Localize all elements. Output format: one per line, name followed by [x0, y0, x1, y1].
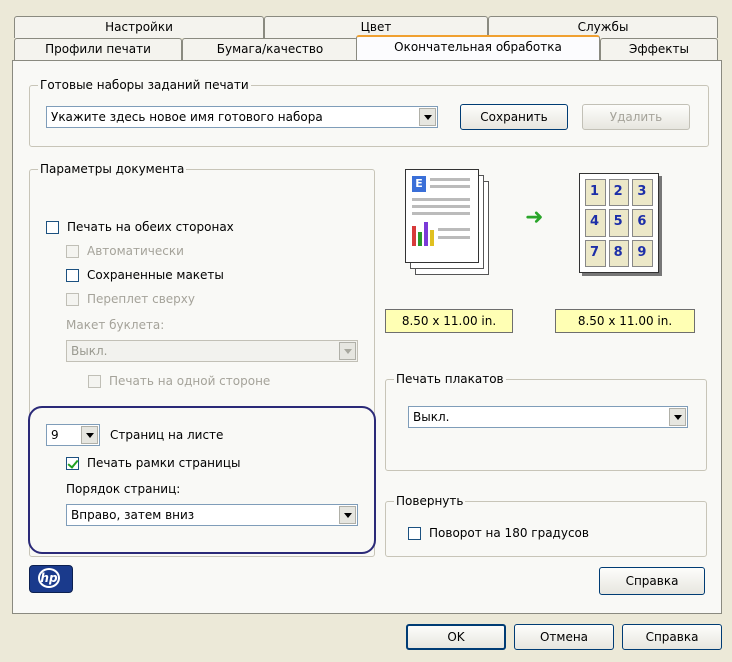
finishing-panel: Готовые наборы заданий печати Укажите зд…: [12, 60, 722, 614]
checkbox-box[interactable]: [66, 456, 79, 470]
pages-per-sheet-label: Страниц на листе: [110, 428, 224, 442]
page-order-combo[interactable]: Вправо, затем вниз: [66, 504, 358, 526]
paper-size-left: 8.50 x 11.00 in.: [385, 309, 513, 333]
nine-up-cell: 8: [608, 239, 630, 267]
document-options-group: Параметры документа Печать на обеих стор…: [28, 162, 376, 557]
print-both-sides-label: Печать на обеих сторонах: [67, 220, 234, 234]
single-page-preview: E: [405, 169, 495, 279]
flip-up-checkbox[interactable]: Переплет сверху: [66, 292, 195, 306]
arrow-right-icon: ➜: [525, 205, 544, 230]
nine-up-number: 4: [590, 214, 600, 230]
poster-printing-combo[interactable]: Выкл.: [408, 406, 688, 428]
saved-layouts-checkbox[interactable]: Сохраненные макеты: [66, 268, 224, 282]
nine-up-number: 5: [613, 214, 623, 230]
chevron-down-icon[interactable]: [669, 408, 686, 426]
pages-per-sheet-combo[interactable]: 9: [46, 424, 100, 446]
poster-printing-group: Печать плакатов Выкл.: [385, 372, 707, 471]
paper-size-right: 8.50 x 11.00 in.: [555, 309, 695, 333]
nine-up-cell: 1: [585, 179, 606, 207]
rotate-180-label: Поворот на 180 градусов: [429, 526, 589, 540]
tab-paper-quality[interactable]: Бумага/качество: [182, 38, 358, 60]
rotate-legend: Повернуть: [394, 494, 466, 508]
nine-up-number: 3: [637, 184, 647, 199]
chevron-down-icon[interactable]: [419, 108, 436, 126]
rotate-180-checkbox[interactable]: Поворот на 180 градусов: [408, 526, 589, 540]
presets-group: Готовые наборы заданий печати Укажите зд…: [29, 78, 709, 147]
nine-up-cell: 9: [632, 239, 653, 267]
automatic-label: Автоматически: [87, 244, 184, 258]
checkbox-box[interactable]: [408, 526, 421, 540]
cancel-button[interactable]: Отмена: [514, 624, 614, 650]
poster-printing-value: Выкл.: [413, 410, 450, 424]
booklet-layout-value: Выкл.: [71, 344, 108, 358]
flip-up-label: Переплет сверху: [87, 292, 195, 306]
checkbox-box[interactable]: [66, 292, 79, 306]
booklet-layout-label: Макет буклета:: [66, 318, 165, 332]
print-page-borders-label: Печать рамки страницы: [87, 456, 241, 470]
page-order-value: Вправо, затем вниз: [71, 508, 195, 522]
pages-per-sheet-highlight: 9 Страниц на листе Печать рамки страницы…: [28, 406, 376, 554]
document-options-legend: Параметры документа: [38, 162, 187, 176]
hp-logo-circle: hp: [38, 568, 60, 588]
save-preset-button[interactable]: Сохранить: [460, 104, 568, 130]
tab-print-profiles[interactable]: Профили печати: [14, 38, 182, 60]
hp-logo: hp: [29, 565, 73, 593]
checkbox-box[interactable]: [46, 220, 59, 234]
poster-printing-legend: Печать плакатов: [394, 372, 506, 386]
chevron-down-icon[interactable]: [81, 426, 98, 444]
nine-up-cell: 7: [585, 239, 606, 267]
automatic-checkbox[interactable]: Автоматически: [66, 244, 184, 258]
nine-up-cell: 2: [608, 179, 630, 207]
nine-up-number: 7: [590, 244, 600, 260]
tab-finishing[interactable]: Окончательная обработка: [356, 35, 600, 60]
preset-name-combo[interactable]: Укажите здесь новое имя готового набора: [46, 106, 438, 128]
panel-help-button[interactable]: Справка: [599, 567, 705, 595]
ok-button[interactable]: OK: [406, 624, 506, 650]
chevron-down-icon[interactable]: [339, 342, 356, 360]
nine-up-cell: 3: [632, 179, 653, 207]
tab-effects[interactable]: Эффекты: [600, 38, 718, 60]
nine-up-cell: 6: [632, 209, 653, 237]
print-one-side-checkbox[interactable]: Печать на одной стороне: [88, 374, 270, 388]
rotate-group: Повернуть Поворот на 180 градусов: [385, 494, 707, 557]
print-one-side-label: Печать на одной стороне: [109, 374, 271, 388]
help-button[interactable]: Справка: [622, 624, 722, 650]
nine-up-number: 2: [613, 184, 623, 199]
checkbox-box[interactable]: [88, 374, 101, 388]
nine-up-grid: 123 456 789: [585, 179, 653, 267]
nine-up-number: 1: [590, 184, 600, 199]
booklet-layout-combo[interactable]: Выкл.: [66, 340, 358, 362]
nine-up-preview: 123 456 789: [579, 173, 659, 273]
checkbox-box[interactable]: [66, 268, 79, 282]
pages-per-sheet-value: 9: [51, 428, 59, 442]
nine-up-number: 9: [637, 244, 647, 260]
presets-legend: Готовые наборы заданий печати: [38, 78, 251, 92]
nine-up-number: 8: [613, 244, 623, 260]
print-page-borders-checkbox[interactable]: Печать рамки страницы: [66, 456, 240, 470]
tab-settings[interactable]: Настройки: [14, 16, 264, 38]
checkbox-box[interactable]: [66, 244, 79, 258]
nine-up-cell: 5: [608, 209, 630, 237]
delete-preset-button[interactable]: Удалить: [582, 104, 690, 130]
nine-up-number: 6: [637, 214, 647, 230]
print-both-sides-checkbox[interactable]: Печать на обеих сторонах: [46, 220, 234, 234]
preset-name-value: Укажите здесь новое имя готового набора: [51, 110, 323, 124]
nine-up-cell: 4: [585, 209, 606, 237]
saved-layouts-label: Сохраненные макеты: [87, 268, 224, 282]
chevron-down-icon[interactable]: [339, 506, 356, 524]
page-order-label: Порядок страниц:: [66, 482, 181, 496]
